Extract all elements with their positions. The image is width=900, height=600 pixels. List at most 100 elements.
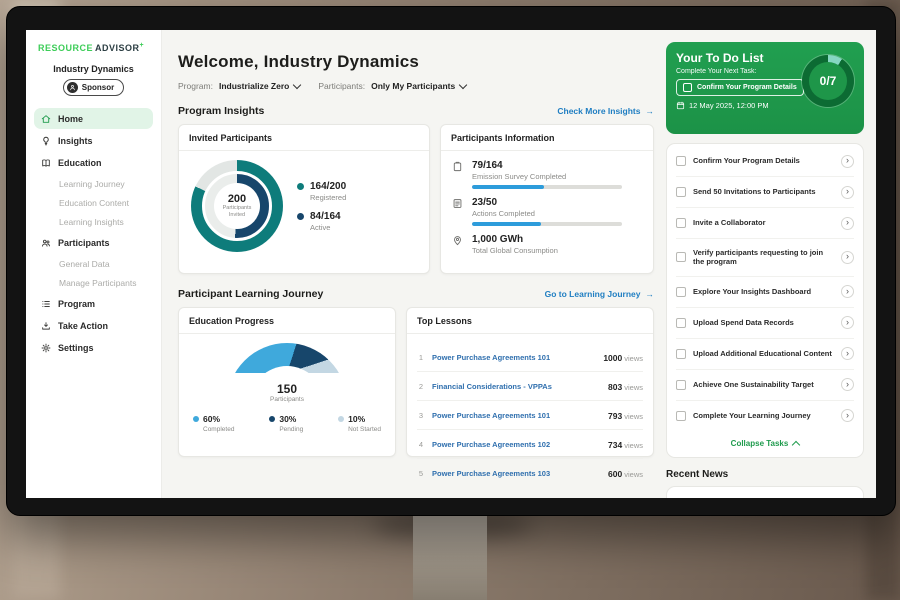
org-name: Industry Dynamics [34,64,153,74]
lesson-row: 3 Power Purchase Agreements 101 793views [417,401,643,430]
sponsor-badge[interactable]: Sponsor [63,79,124,96]
app-logo: RESOURCEADVISOR+ [34,42,153,53]
task-checkbox[interactable] [676,252,686,262]
task-item[interactable]: Confirm Your Program Details › [676,146,854,177]
sidebar-item-settings[interactable]: Settings [34,337,153,358]
main-content: Welcome, Industry Dynamics Program: Indu… [162,30,876,498]
task-item[interactable]: Complete Your Learning Journey › [676,401,854,431]
sidebar-item-take-action[interactable]: Take Action [34,315,153,336]
chevron-right-icon[interactable]: › [841,186,854,199]
task-checkbox[interactable] [676,318,686,328]
actions-progress-bar [472,222,622,226]
lesson-link[interactable]: Power Purchase Agreements 103 [432,469,601,478]
sidebar-item-program[interactable]: Program [34,293,153,314]
chevron-right-icon[interactable]: › [841,378,854,391]
task-checkbox[interactable] [676,156,686,166]
card-title: Participants Information [451,133,643,143]
task-item[interactable]: Explore Your Insights Dashboard › [676,277,854,308]
blue-dot-icon [193,416,199,422]
chevron-down-icon [459,80,467,88]
sidebar: RESOURCEADVISOR+ Industry Dynamics Spons… [26,30,162,498]
legend-item-pending: 30% Pending [269,414,303,433]
participants-select[interactable]: Only My Participants [371,81,466,91]
card-title: Education Progress [189,316,385,326]
sidebar-item-learning-journey[interactable]: Learning Journey [34,174,153,193]
sidebar-item-home[interactable]: Home [34,108,153,129]
location-pin-icon [451,235,464,246]
screen: RESOURCEADVISOR+ Industry Dynamics Spons… [26,30,876,498]
go-to-learning-journey-link[interactable]: Go to Learning Journey → [545,289,654,299]
chevron-right-icon[interactable]: › [841,217,854,230]
arrow-right-icon: → [646,106,655,116]
lesson-link[interactable]: Power Purchase Agreements 101 [432,411,601,420]
chevron-right-icon[interactable]: › [841,316,854,329]
legend-item-active: 84/164 Active [297,211,346,232]
page-title: Welcome, Industry Dynamics [178,52,654,72]
sidebar-item-education[interactable]: Education [34,152,153,173]
task-item[interactable]: Upload Additional Educational Content › [676,339,854,370]
participants-filter-label: Participants: [318,81,365,91]
legend-item-registered: 164/200 Registered [297,181,346,202]
teal-dot-icon [297,183,304,190]
task-item[interactable]: Achieve One Sustainability Target › [676,370,854,401]
global-consumption-row: 1,000 GWh Total Global Consumption [451,234,643,255]
sidebar-item-learning-insights[interactable]: Learning Insights [34,212,153,231]
emission-survey-progress-bar [472,185,622,189]
logo-resource: RESOURCE [38,43,93,53]
invited-participants-donut: 200 Participants Invited [191,160,283,252]
checkbox-icon [683,83,692,92]
lesson-link[interactable]: Financial Considerations - VPPAs [432,382,601,391]
legend-item-not-started: 10% Not Started [338,414,381,433]
actions-completed-row: 23/50 Actions Completed [451,197,643,226]
lesson-link[interactable]: Power Purchase Agreements 102 [432,440,601,449]
task-item[interactable]: Upload Spend Data Records › [676,308,854,339]
people-icon [41,238,51,248]
check-more-insights-link[interactable]: Check More Insights → [557,106,654,116]
lesson-link[interactable]: Power Purchase Agreements 101 [432,353,596,362]
navy-dot-icon [297,213,304,220]
gauge-legend: 60% Completed 30% Pending 10% Not Starte… [189,414,385,433]
collapse-tasks-link[interactable]: Collapse Tasks [676,431,854,455]
chevron-right-icon[interactable]: › [841,155,854,168]
chevron-down-icon [293,80,301,88]
todo-summary-card: Your To Do List Complete Your Next Task:… [666,42,864,134]
sidebar-item-insights[interactable]: Insights [34,130,153,151]
sidebar-item-general-data[interactable]: General Data [34,254,153,273]
learning-journey-title: Participant Learning Journey [178,288,323,300]
chevron-up-icon [792,440,800,448]
task-checkbox[interactable] [676,218,686,228]
sidebar-item-education-content[interactable]: Education Content [34,193,153,212]
next-task-button[interactable]: Confirm Your Program Details [676,79,804,96]
book-icon [41,158,51,168]
task-checkbox[interactable] [676,411,686,421]
chevron-right-icon[interactable]: › [841,347,854,360]
learning-journey-header: Participant Learning Journey Go to Learn… [178,288,654,300]
sidebar-item-participants[interactable]: Participants [34,232,153,253]
recent-news-card [666,486,864,499]
lightbulb-icon [41,136,51,146]
chevron-right-icon[interactable]: › [841,285,854,298]
invited-participants-card: Invited Participants 200 Participants In… [178,124,430,274]
filter-bar: Program: Industrialize Zero Participants… [178,81,654,91]
home-icon [41,114,51,124]
sidebar-item-manage-participants[interactable]: Manage Participants [34,273,153,292]
chevron-right-icon[interactable]: › [841,251,854,264]
chevron-right-icon[interactable]: › [841,409,854,422]
monitor-bezel: RESOURCEADVISOR+ Industry Dynamics Spons… [6,6,896,516]
logo-plus: + [140,42,145,49]
arrow-right-icon: → [646,289,655,299]
task-checkbox[interactable] [676,380,686,390]
divider [179,333,395,334]
task-checkbox[interactable] [676,349,686,359]
lesson-row: 1 Power Purchase Agreements 101 1000view… [417,343,643,372]
sponsor-badge-label: Sponsor [82,83,114,92]
task-checkbox[interactable] [676,287,686,297]
task-item[interactable]: Verify participants requesting to join t… [676,239,854,277]
gauge-center-label: Participants [227,396,347,403]
task-item[interactable]: Send 50 Invitations to Participants › [676,177,854,208]
program-insights-header: Program Insights Check More Insights → [178,105,654,117]
task-checkbox[interactable] [676,187,686,197]
navy-dot-icon [269,416,275,422]
program-select[interactable]: Industrialize Zero [219,81,300,91]
task-item[interactable]: Invite a Collaborator › [676,208,854,239]
